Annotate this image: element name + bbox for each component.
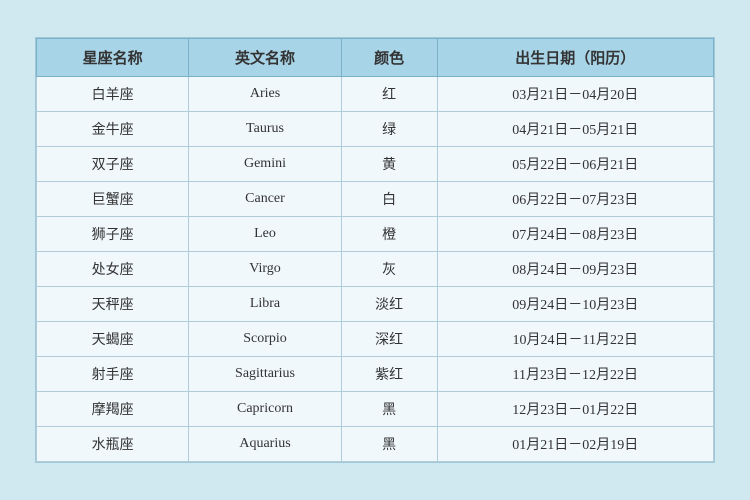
cell-date: 08月24日－09月23日 — [437, 252, 713, 287]
cell-english: Libra — [189, 287, 341, 322]
cell-english: Scorpio — [189, 322, 341, 357]
table-row: 摩羯座Capricorn黑12月23日－01月22日 — [37, 392, 714, 427]
table-row: 水瓶座Aquarius黑01月21日－02月19日 — [37, 427, 714, 462]
cell-english: Capricorn — [189, 392, 341, 427]
cell-english: Gemini — [189, 147, 341, 182]
cell-date: 05月22日－06月21日 — [437, 147, 713, 182]
cell-english: Aquarius — [189, 427, 341, 462]
header-english: 英文名称 — [189, 39, 341, 77]
cell-date: 06月22日－07月23日 — [437, 182, 713, 217]
cell-color: 绿 — [341, 112, 437, 147]
cell-color: 灰 — [341, 252, 437, 287]
table-row: 天蝎座Scorpio深红10月24日－11月22日 — [37, 322, 714, 357]
cell-date: 01月21日－02月19日 — [437, 427, 713, 462]
cell-chinese: 摩羯座 — [37, 392, 189, 427]
header-date: 出生日期（阳历） — [437, 39, 713, 77]
table-row: 射手座Sagittarius紫红11月23日－12月22日 — [37, 357, 714, 392]
table-body: 白羊座Aries红03月21日－04月20日金牛座Taurus绿04月21日－0… — [37, 77, 714, 462]
cell-chinese: 天蝎座 — [37, 322, 189, 357]
cell-date: 10月24日－11月22日 — [437, 322, 713, 357]
cell-chinese: 巨蟹座 — [37, 182, 189, 217]
table-row: 狮子座Leo橙07月24日－08月23日 — [37, 217, 714, 252]
cell-chinese: 狮子座 — [37, 217, 189, 252]
header-chinese: 星座名称 — [37, 39, 189, 77]
cell-chinese: 水瓶座 — [37, 427, 189, 462]
table-row: 处女座Virgo灰08月24日－09月23日 — [37, 252, 714, 287]
table-row: 天秤座Libra淡红09月24日－10月23日 — [37, 287, 714, 322]
cell-color: 黄 — [341, 147, 437, 182]
cell-date: 12月23日－01月22日 — [437, 392, 713, 427]
cell-english: Leo — [189, 217, 341, 252]
cell-color: 黑 — [341, 427, 437, 462]
cell-english: Sagittarius — [189, 357, 341, 392]
cell-english: Aries — [189, 77, 341, 112]
cell-color: 白 — [341, 182, 437, 217]
table-row: 金牛座Taurus绿04月21日－05月21日 — [37, 112, 714, 147]
cell-color: 橙 — [341, 217, 437, 252]
table-row: 巨蟹座Cancer白06月22日－07月23日 — [37, 182, 714, 217]
cell-chinese: 天秤座 — [37, 287, 189, 322]
cell-date: 07月24日－08月23日 — [437, 217, 713, 252]
cell-color: 深红 — [341, 322, 437, 357]
cell-english: Cancer — [189, 182, 341, 217]
cell-english: Virgo — [189, 252, 341, 287]
cell-color: 淡红 — [341, 287, 437, 322]
table-row: 双子座Gemini黄05月22日－06月21日 — [37, 147, 714, 182]
table-row: 白羊座Aries红03月21日－04月20日 — [37, 77, 714, 112]
cell-date: 04月21日－05月21日 — [437, 112, 713, 147]
cell-chinese: 金牛座 — [37, 112, 189, 147]
cell-chinese: 白羊座 — [37, 77, 189, 112]
table-header-row: 星座名称英文名称颜色出生日期（阳历） — [37, 39, 714, 77]
cell-chinese: 双子座 — [37, 147, 189, 182]
zodiac-table: 星座名称英文名称颜色出生日期（阳历） 白羊座Aries红03月21日－04月20… — [36, 38, 714, 462]
cell-date: 11月23日－12月22日 — [437, 357, 713, 392]
cell-date: 03月21日－04月20日 — [437, 77, 713, 112]
cell-chinese: 射手座 — [37, 357, 189, 392]
header-color: 颜色 — [341, 39, 437, 77]
cell-chinese: 处女座 — [37, 252, 189, 287]
cell-color: 红 — [341, 77, 437, 112]
zodiac-table-container: 星座名称英文名称颜色出生日期（阳历） 白羊座Aries红03月21日－04月20… — [35, 37, 715, 463]
cell-color: 紫红 — [341, 357, 437, 392]
cell-english: Taurus — [189, 112, 341, 147]
cell-date: 09月24日－10月23日 — [437, 287, 713, 322]
cell-color: 黑 — [341, 392, 437, 427]
